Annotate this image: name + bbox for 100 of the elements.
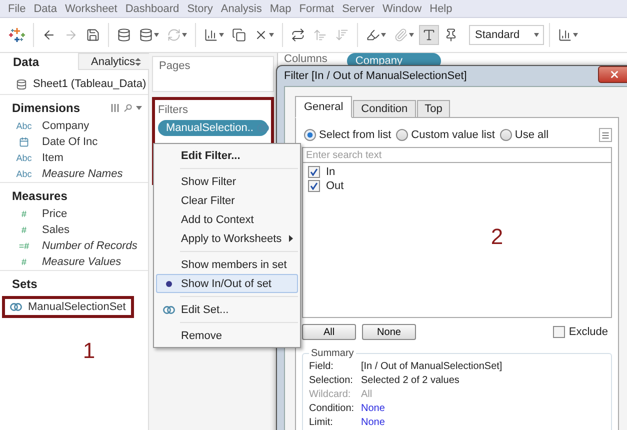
swap-icon xyxy=(291,28,305,42)
bullet-icon xyxy=(166,280,172,286)
summary-link[interactable]: None xyxy=(361,417,605,428)
close-button[interactable] xyxy=(598,66,627,82)
menu-item[interactable]: File xyxy=(4,2,30,14)
section-title: Measures xyxy=(12,189,68,203)
menu-item[interactable]: Add to Context xyxy=(156,210,298,229)
dialog-tab[interactable]: Top xyxy=(416,100,450,118)
columns-icon[interactable] xyxy=(111,104,120,112)
value-label[interactable]: Out xyxy=(326,180,344,192)
text-icon xyxy=(422,28,436,42)
field-name[interactable]: Sales xyxy=(42,224,70,236)
field-name[interactable]: Number of Records xyxy=(42,240,138,252)
shelf-title: Filters xyxy=(158,104,189,116)
caret-icon[interactable] xyxy=(154,33,159,37)
menu-item[interactable]: Data xyxy=(30,2,61,14)
menu-item[interactable]: Show members in set xyxy=(156,255,298,274)
save-icon xyxy=(86,28,100,42)
menu-item[interactable]: Server xyxy=(338,2,378,14)
radio-label[interactable]: Select from list xyxy=(319,129,392,141)
menu-item[interactable]: Edit Set... xyxy=(156,300,298,319)
field-name[interactable]: ManualSelectionSet xyxy=(28,301,126,313)
radio-button[interactable] xyxy=(396,129,408,141)
clear-icon xyxy=(254,28,268,42)
field-name[interactable]: Price xyxy=(42,208,68,220)
shelf-label: Columns xyxy=(284,53,328,65)
caret-icon[interactable] xyxy=(534,33,539,37)
data-source-name[interactable]: Sheet1 (Tableau_Data) xyxy=(33,78,146,90)
fit-dropdown[interactable]: Standard xyxy=(469,25,544,45)
database-icon xyxy=(117,28,131,42)
menu-item[interactable]: Story xyxy=(183,2,217,14)
set-icon xyxy=(163,304,175,314)
dialog-tab[interactable]: Condition xyxy=(353,100,416,118)
annotation-number: 1 xyxy=(82,338,96,364)
summary-label: Condition: xyxy=(309,403,356,414)
menu-item[interactable]: Format xyxy=(295,2,338,14)
field-type-label: Abc xyxy=(15,153,33,163)
search-icon[interactable] xyxy=(124,104,132,112)
radio-label[interactable]: Use all xyxy=(514,129,549,141)
highlighted-field[interactable]: ManualSelectionSet xyxy=(2,296,134,318)
checkbox[interactable] xyxy=(308,180,320,192)
search-field[interactable]: Enter search text xyxy=(302,147,612,162)
list-button[interactable]: None xyxy=(362,324,416,340)
caret-icon[interactable] xyxy=(573,33,578,37)
checkbox[interactable] xyxy=(552,326,565,338)
checkbox-label[interactable]: Exclude xyxy=(568,326,608,338)
highlighter-icon xyxy=(366,28,380,42)
field-name[interactable]: Date Of Inc xyxy=(42,136,98,148)
sort-descending-icon xyxy=(335,28,349,42)
summary-value: All xyxy=(361,389,374,400)
radio-label[interactable]: Custom value list xyxy=(411,129,495,141)
chart-icon xyxy=(558,28,572,42)
calendar-icon xyxy=(19,137,29,147)
menu-item[interactable]: Help xyxy=(426,2,456,14)
caret-icon[interactable] xyxy=(269,33,274,37)
database-icon xyxy=(139,28,153,42)
menu-item[interactable]: Map xyxy=(266,2,296,14)
field-type-label: # xyxy=(20,225,28,235)
field-type-label: =# xyxy=(18,241,30,251)
value-label[interactable]: In xyxy=(326,166,336,178)
paperclip-icon xyxy=(394,28,408,42)
radio-button[interactable] xyxy=(304,129,316,141)
dialog-title: Filter [In / Out of ManualSelectionSet] xyxy=(284,70,467,82)
group-title: Summary xyxy=(310,348,355,359)
summary-link[interactable]: None xyxy=(361,403,605,414)
menu-item[interactable]: Edit Filter... xyxy=(156,146,298,165)
menu-item[interactable]: Dashboard xyxy=(121,2,184,14)
menu-item[interactable]: Show Filter xyxy=(156,172,298,191)
text-button[interactable] xyxy=(419,25,439,45)
section-title: Dimensions xyxy=(12,101,80,115)
pane-tab[interactable]: Analytics xyxy=(78,53,150,70)
menu-item[interactable]: Analysis xyxy=(216,2,266,14)
tab-label: Analytics xyxy=(91,56,136,68)
dialog-tab[interactable]: General xyxy=(295,96,352,118)
checkbox[interactable] xyxy=(308,166,320,178)
summary-label: Limit: xyxy=(309,417,334,428)
summary-value: [In / Out of ManualSelectionSet] xyxy=(361,361,504,372)
menu-item[interactable]: Worksheet xyxy=(60,2,122,14)
pin-icon xyxy=(444,28,458,42)
menu-item[interactable]: Window xyxy=(378,2,426,14)
field-type-label: Abc xyxy=(15,169,33,179)
field-name[interactable]: Measure Values xyxy=(42,256,122,268)
caret-icon[interactable] xyxy=(219,33,224,37)
menu-item[interactable]: Show In/Out of set xyxy=(156,274,298,293)
set-icon xyxy=(257,123,270,133)
menu-item[interactable]: Remove xyxy=(156,326,298,345)
menu-icon[interactable] xyxy=(599,128,612,142)
list-button[interactable]: All xyxy=(302,324,356,340)
refresh-icon xyxy=(167,28,181,42)
filter-pill[interactable]: ManualSelection.. xyxy=(158,120,268,136)
caret-icon[interactable] xyxy=(136,106,142,110)
caret-icon[interactable] xyxy=(381,33,386,37)
field-name[interactable]: Measure Names xyxy=(42,168,123,180)
radio-button[interactable] xyxy=(500,129,512,141)
summary-value: Selected 2 of 2 values xyxy=(361,375,460,386)
field-name[interactable]: Item xyxy=(42,152,64,164)
menu-item[interactable]: Clear Filter xyxy=(156,191,298,210)
field-name[interactable]: Company xyxy=(42,120,90,132)
menu-item[interactable]: Apply to Worksheets xyxy=(156,229,298,248)
duplicate-icon xyxy=(232,28,246,42)
